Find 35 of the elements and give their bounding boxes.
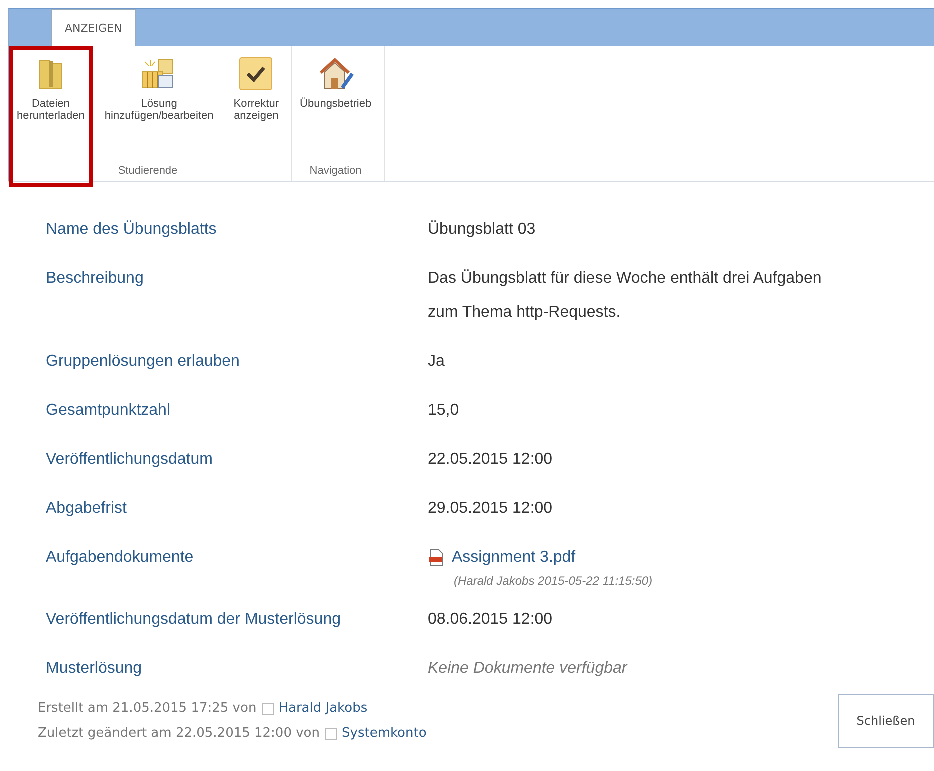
group-label: Studierende	[117, 165, 179, 179]
ribbon-button[interactable]: Übungsbetrieb	[292, 46, 380, 165]
footer-text: Zuletzt geändert am 22.05.2015 12:00 von	[38, 726, 320, 741]
user-link[interactable]: Systemkonto	[342, 726, 427, 741]
ribbon-button[interactable]: Dateien herunterladen	[9, 46, 93, 187]
field-label: Gesamtpunktzahl	[46, 401, 172, 421]
field-label: Veröffentlichungsdatum der Musterlösung	[46, 610, 342, 630]
field-value: 15,0	[428, 401, 460, 421]
field-label: Abgabefrist	[46, 499, 128, 519]
field-label: Aufgabendokumente	[46, 548, 195, 568]
ribbon-button[interactable]: Lösung hinzufügen/bearbeiten	[96, 46, 222, 165]
document-note: (Harald Jakobs 2015-05-22 11:15:50)	[454, 574, 654, 588]
field-label: Name des Übungsblatts	[46, 220, 218, 240]
field-label: Veröffentlichungsdatum	[46, 450, 214, 470]
field-label: Musterlösung	[46, 659, 144, 679]
field-value: Übungsblatt 03	[428, 220, 537, 240]
close-button[interactable]: Schließen	[838, 694, 934, 748]
field-value: 29.05.2015 12:00	[428, 499, 554, 519]
ribbon-button[interactable]: Korrektur anzeigen	[226, 46, 288, 165]
field-value: Das Übungsblatt für diese Woche enthält drei Aufgaben zum Thema http-Requests.	[428, 268, 823, 323]
document-link[interactable]: Assignment 3.pdf	[428, 548, 576, 568]
checkbox-icon	[262, 702, 274, 714]
field-label: Beschreibung	[46, 269, 145, 289]
field-value: 08.06.2015 12:00	[428, 610, 554, 630]
footer-text: Erstellt am 21.05.2015 17:25 von	[38, 701, 257, 716]
user-link[interactable]: Harald Jakobs	[278, 701, 368, 716]
field-value: Keine Dokumente verfügbar	[428, 659, 629, 679]
pdf-file-icon	[428, 549, 446, 567]
field-value: Ja	[428, 352, 446, 372]
field-value: 22.05.2015 12:00	[428, 450, 554, 470]
checkbox-icon	[325, 728, 337, 740]
group-label: Navigation	[308, 165, 363, 179]
checkmark-icon	[239, 56, 274, 92]
ribbon-tab[interactable]: ANZEIGEN	[51, 9, 136, 46]
field-label: Gruppenlösungen erlauben	[46, 352, 241, 372]
